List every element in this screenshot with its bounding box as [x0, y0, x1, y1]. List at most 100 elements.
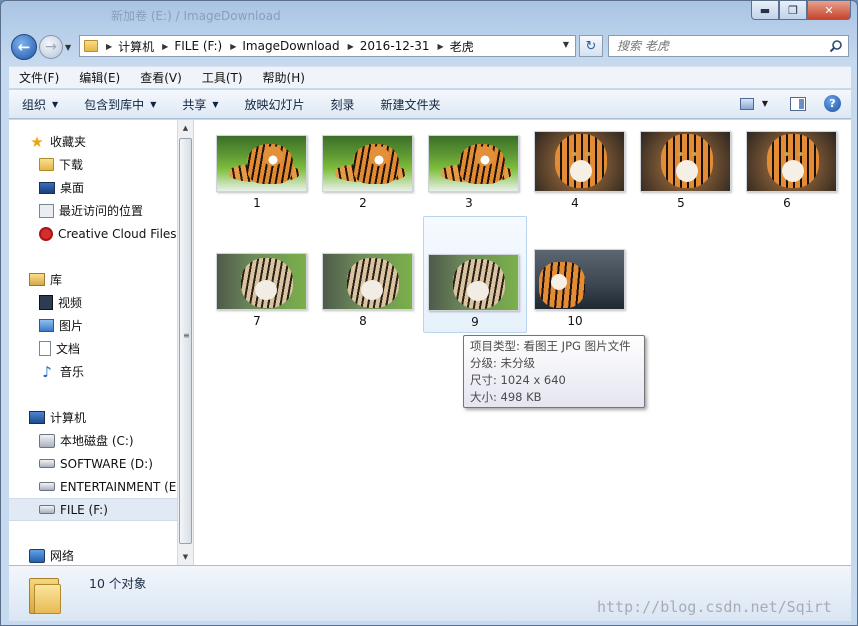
hard-drive-icon [39, 482, 55, 491]
downloads-folder-icon [39, 158, 54, 171]
new-folder-button[interactable]: 新建文件夹 [368, 96, 454, 113]
breadcrumb-chevron-icon[interactable]: ▶ [230, 42, 236, 51]
thumbnail-image [216, 253, 307, 310]
refresh-button[interactable]: ↻ [579, 35, 603, 57]
help-icon[interactable]: ? [824, 95, 841, 112]
nav-item-label: FILE (F:) [60, 502, 108, 517]
breadcrumb-chevron-icon[interactable]: ▶ [162, 42, 168, 51]
nav-computer-label: 计算机 [50, 411, 87, 425]
item-count: 10 个对象 [89, 576, 147, 591]
menu-file[interactable]: 文件(F) [9, 69, 69, 86]
menu-view[interactable]: 查看(V) [130, 69, 192, 86]
window-controls: ▬ ❐ ✕ [751, 1, 851, 20]
breadcrumb-date-folder[interactable]: 2016-12-31 [360, 39, 430, 53]
file-item[interactable]: 6 [735, 124, 839, 242]
dropdown-arrow-icon: ▼ [212, 99, 219, 109]
nav-item-drive-c[interactable]: 本地磁盘 (C:) [9, 429, 177, 452]
forward-button[interactable]: → [39, 35, 63, 59]
nav-item-desktop[interactable]: 桌面 [9, 176, 177, 199]
nav-item-music[interactable]: ♪ 音乐 [9, 360, 177, 383]
nav-favorites[interactable]: ★ 收藏夹 [9, 130, 177, 153]
file-item[interactable]: 5 [629, 124, 733, 242]
title-bar[interactable]: 新加卷 (E:) / ImageDownload ▬ ❐ ✕ [1, 1, 857, 27]
nav-item-label: ENTERTAINMENT (E:) [60, 479, 177, 494]
nav-network[interactable]: 网络 [9, 544, 177, 565]
slideshow-button[interactable]: 放映幻灯片 [232, 96, 318, 113]
file-item[interactable]: 7 [205, 243, 309, 361]
file-name: 5 [677, 196, 685, 210]
scrollbar-thumb[interactable]: ≡ [179, 138, 192, 544]
details-pane: 10 个对象 http://blog.csdn.net/Sqirt [9, 565, 851, 621]
back-button[interactable]: ← [11, 34, 37, 60]
file-item[interactable]: 2 [311, 124, 415, 242]
breadcrumb-chevron-icon[interactable]: ▶ [348, 42, 354, 51]
thumbnail-image [322, 253, 413, 310]
nav-network-label: 网络 [50, 549, 75, 563]
scroll-up-arrow-icon[interactable]: ▲ [178, 120, 193, 136]
view-dropdown-icon[interactable]: ▼ [762, 99, 768, 108]
file-item[interactable]: 4 [523, 124, 627, 242]
breadcrumb-chevron-icon[interactable]: ▶ [106, 42, 112, 51]
folder-icon [29, 574, 61, 614]
share-label: 共享 [182, 97, 207, 112]
thumbnail-image [428, 254, 519, 311]
menu-tools[interactable]: 工具(T) [192, 69, 253, 86]
nav-item-documents[interactable]: 文档 [9, 337, 177, 360]
tooltip-type: 项目类型: 看图王 JPG 图片文件 [470, 339, 631, 353]
hard-drive-icon [39, 505, 55, 514]
computer-group: 计算机 本地磁盘 (C:) SOFTWARE (D:) ENTERTAINMEN… [9, 406, 177, 521]
nav-item-pictures[interactable]: 图片 [9, 314, 177, 337]
close-button[interactable]: ✕ [807, 1, 851, 20]
file-item[interactable]: 1 [205, 124, 309, 242]
thumbnail-image [534, 131, 625, 192]
nav-item-label: 最近访问的位置 [59, 204, 144, 218]
search-input[interactable] [609, 36, 819, 56]
breadcrumb-imagedownload[interactable]: ImageDownload [242, 39, 339, 53]
thumbnail-image [640, 131, 731, 192]
nav-item-label: 本地磁盘 (C:) [60, 434, 134, 448]
file-item-selected[interactable]: 9 [423, 216, 527, 333]
scroll-down-arrow-icon[interactable]: ▼ [178, 549, 193, 565]
command-bar: 组织 ▼ 包含到库中 ▼ 共享 ▼ 放映幻灯片 刻录 新建文件夹 ▼ ? [9, 89, 851, 119]
nav-item-recent-places[interactable]: 最近访问的位置 [9, 199, 177, 222]
menu-help[interactable]: 帮助(H) [253, 69, 315, 86]
nav-item-downloads[interactable]: 下载 [9, 153, 177, 176]
video-library-icon [39, 295, 53, 310]
breadcrumb-drive[interactable]: FILE (F:) [174, 39, 222, 53]
share-button[interactable]: 共享 ▼ [169, 96, 231, 113]
nav-item-videos[interactable]: 视频 [9, 291, 177, 314]
menu-edit[interactable]: 编辑(E) [69, 69, 130, 86]
nav-item-drive-e[interactable]: ENTERTAINMENT (E:) [9, 475, 177, 498]
preview-pane-icon[interactable] [790, 96, 806, 111]
nav-libraries[interactable]: 库 [9, 268, 177, 291]
nav-item-label: 视频 [58, 296, 83, 310]
nav-item-creative-cloud[interactable]: Creative Cloud Files [9, 222, 177, 245]
nav-scrollbar[interactable]: ▲ ≡ ▼ [177, 120, 193, 565]
breadcrumb-computer[interactable]: 计算机 [118, 38, 154, 55]
thumbnail-image [428, 135, 519, 192]
minimize-button[interactable]: ▬ [751, 1, 779, 20]
nav-item-drive-d[interactable]: SOFTWARE (D:) [9, 452, 177, 475]
breadcrumb-current-folder[interactable]: 老虎 [450, 38, 474, 55]
change-view-icon[interactable] [739, 97, 754, 110]
address-dropdown-icon[interactable]: ▼ [563, 40, 569, 49]
star-icon: ★ [30, 132, 44, 151]
burn-button[interactable]: 刻录 [318, 96, 368, 113]
nav-item-label: SOFTWARE (D:) [60, 456, 153, 471]
search-box[interactable] [608, 35, 849, 57]
search-icon[interactable] [829, 39, 843, 53]
file-name: 4 [571, 196, 579, 210]
nav-computer[interactable]: 计算机 [9, 406, 177, 429]
maximize-button[interactable]: ❐ [779, 1, 807, 20]
organize-button[interactable]: 组织 ▼ [9, 96, 71, 113]
include-in-library-button[interactable]: 包含到库中 ▼ [71, 96, 169, 113]
folder-icon [84, 40, 98, 52]
address-row: ← → ▼ ▶ 计算机 ▶ FILE (F:) ▶ ImageDownload … [1, 31, 857, 63]
organize-label: 组织 [22, 97, 47, 112]
file-item[interactable]: 8 [311, 243, 415, 361]
navigation-pane: ★ 收藏夹 下载 桌面 最近访问的位置 Creative Cloud Files … [9, 120, 177, 565]
nav-item-drive-f[interactable]: FILE (F:) [9, 498, 177, 521]
recent-pages-dropdown[interactable]: ▼ [65, 43, 74, 52]
breadcrumb-chevron-icon[interactable]: ▶ [438, 42, 444, 51]
address-bar[interactable]: ▶ 计算机 ▶ FILE (F:) ▶ ImageDownload ▶ 2016… [79, 35, 576, 57]
